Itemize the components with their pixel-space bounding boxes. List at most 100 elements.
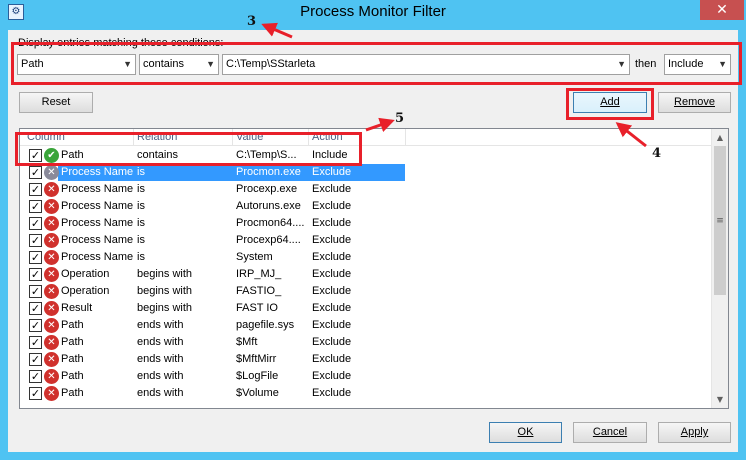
row-checkbox[interactable]: ✓ (29, 353, 42, 366)
filter-list[interactable]: Column Relation Value Action ✓ ✔ Path conta… (19, 128, 729, 409)
table-row[interactable]: ✓ ✕ Path ends with pagefile.sys Exclude (20, 317, 714, 334)
cell-column: Process Name (61, 251, 134, 263)
cell-value: $Mft (236, 336, 258, 348)
table-row[interactable]: ✓ ✕ Operation begins with FASTIO_ Exclude (20, 283, 714, 300)
cell-action: Exclude (312, 200, 352, 212)
cell-relation: ends with (137, 387, 184, 399)
cell-column: Path (61, 370, 84, 382)
window-title: Process Monitor Filter (300, 3, 446, 20)
cell-value: Procexp.exe (236, 183, 298, 195)
row-checkbox[interactable]: ✓ (29, 166, 42, 179)
vertical-scrollbar[interactable]: ▲ ≡ ▼ (711, 129, 728, 408)
cell-action: Exclude (312, 166, 352, 178)
cell-value: Autoruns.exe (236, 200, 301, 212)
row-checkbox[interactable]: ✓ (29, 336, 42, 349)
scroll-down-icon[interactable]: ▼ (712, 391, 728, 408)
table-row[interactable]: ✓ ✕ Process Name is Procmon64.... Exclude (20, 215, 714, 232)
cell-action: Exclude (312, 251, 352, 263)
remove-button[interactable]: Remove (658, 92, 731, 113)
cell-column: Process Name (61, 217, 134, 229)
cell-action: Exclude (312, 217, 352, 229)
cell-value: FAST IO (236, 302, 278, 314)
cell-action: Exclude (312, 387, 352, 399)
exclude-x-icon: ✕ (44, 216, 59, 231)
cell-relation: is (137, 200, 145, 212)
exclude-x-icon: ✕ (44, 267, 59, 282)
row-checkbox[interactable]: ✓ (29, 251, 42, 264)
cell-value: System (236, 251, 273, 263)
row-checkbox[interactable]: ✓ (29, 183, 42, 196)
cell-relation: is (137, 183, 145, 195)
cell-value: Procmon.exe (236, 166, 301, 178)
cell-action: Exclude (312, 319, 352, 331)
row-checkbox[interactable]: ✓ (29, 319, 42, 332)
cell-relation: ends with (137, 336, 184, 348)
row-checkbox[interactable]: ✓ (29, 200, 42, 213)
row-checkbox[interactable]: ✓ (29, 387, 42, 400)
cell-value: Procexp64.... (236, 234, 301, 246)
table-row[interactable]: ✓ ✕ Path ends with $LogFile Exclude (20, 368, 714, 385)
scroll-thumb[interactable]: ≡ (714, 146, 726, 295)
grip-icon: ≡ (716, 216, 724, 226)
apply-button[interactable]: Apply (658, 422, 731, 443)
process-monitor-filter-window: ⚙ Process Monitor Filter ✕ Display entri… (0, 0, 746, 460)
exclude-x-icon: ✕ (44, 233, 59, 248)
cell-column: Process Name (61, 200, 134, 212)
cell-relation: begins with (137, 285, 193, 297)
ok-button[interactable]: OK (489, 422, 562, 443)
cell-value: $Volume (236, 387, 279, 399)
table-row[interactable]: ✓ ✕ Path ends with $Mft Exclude (20, 334, 714, 351)
cell-relation: ends with (137, 353, 184, 365)
annotation-label-5: 5 (395, 111, 405, 126)
cell-value: $MftMirr (236, 353, 277, 365)
annotation-box-condition-row (11, 42, 742, 85)
close-button[interactable]: ✕ (700, 0, 744, 20)
cancel-button[interactable]: Cancel (573, 422, 647, 443)
cell-action: Exclude (312, 336, 352, 348)
table-row[interactable]: ✓ ✕ Path ends with $MftMirr Exclude (20, 351, 714, 368)
row-checkbox[interactable]: ✓ (29, 285, 42, 298)
annotation-box-add (566, 88, 654, 120)
table-row[interactable]: ✓ ✕ Process Name is Procexp64.... Exclude (20, 232, 714, 249)
table-row[interactable]: ✓ ✕ Path ends with $Volume Exclude (20, 385, 714, 402)
cell-value: pagefile.sys (236, 319, 295, 331)
cell-value: FASTIO_ (236, 285, 282, 297)
cell-relation: is (137, 234, 145, 246)
table-row[interactable]: ✓ ✕ Result begins with FAST IO Exclude (20, 300, 714, 317)
title-bar[interactable]: ⚙ Process Monitor Filter ✕ (0, 0, 746, 24)
row-checkbox[interactable]: ✓ (29, 302, 42, 315)
cell-column: Process Name (61, 166, 134, 178)
row-checkbox[interactable]: ✓ (29, 370, 42, 383)
cell-relation: ends with (137, 370, 184, 382)
table-row[interactable]: ✓ ✕ Process Name is Procexp.exe Exclude (20, 181, 714, 198)
annotation-label-4: 4 (652, 146, 662, 161)
remove-button-label: Remove (674, 96, 715, 108)
cell-relation: begins with (137, 268, 193, 280)
cell-column: Result (61, 302, 93, 314)
row-checkbox[interactable]: ✓ (29, 268, 42, 281)
table-row[interactable]: ✓ ✕ Process Name is Procmon.exe Exclude (20, 164, 714, 181)
annotation-label-3: 3 (247, 14, 257, 29)
apply-button-label: Apply (680, 426, 709, 438)
cell-action: Exclude (312, 302, 352, 314)
cell-column: Process Name (61, 234, 134, 246)
exclude-x-icon: ✕ (44, 318, 59, 333)
cell-column: Path (61, 336, 84, 348)
row-checkbox[interactable]: ✓ (29, 234, 42, 247)
row-checkbox[interactable]: ✓ (29, 217, 42, 230)
cell-column: Operation (61, 285, 110, 297)
cell-relation: ends with (137, 319, 184, 331)
cell-column: Process Name (61, 183, 134, 195)
table-row[interactable]: ✓ ✕ Process Name is System Exclude (20, 249, 714, 266)
scroll-up-icon[interactable]: ▲ (712, 129, 728, 146)
exclude-x-icon: ✕ (44, 250, 59, 265)
cell-action: Exclude (312, 183, 352, 195)
reset-button[interactable]: Reset (19, 92, 93, 113)
table-row[interactable]: ✓ ✕ Process Name is Autoruns.exe Exclude (20, 198, 714, 215)
exclude-x-icon: ✕ (44, 369, 59, 384)
column-divider (405, 129, 406, 146)
cell-column: Path (61, 319, 84, 331)
cell-action: Exclude (312, 353, 352, 365)
exclude-x-icon: ✕ (44, 199, 59, 214)
table-row[interactable]: ✓ ✕ Operation begins with IRP_MJ_ Exclude (20, 266, 714, 283)
